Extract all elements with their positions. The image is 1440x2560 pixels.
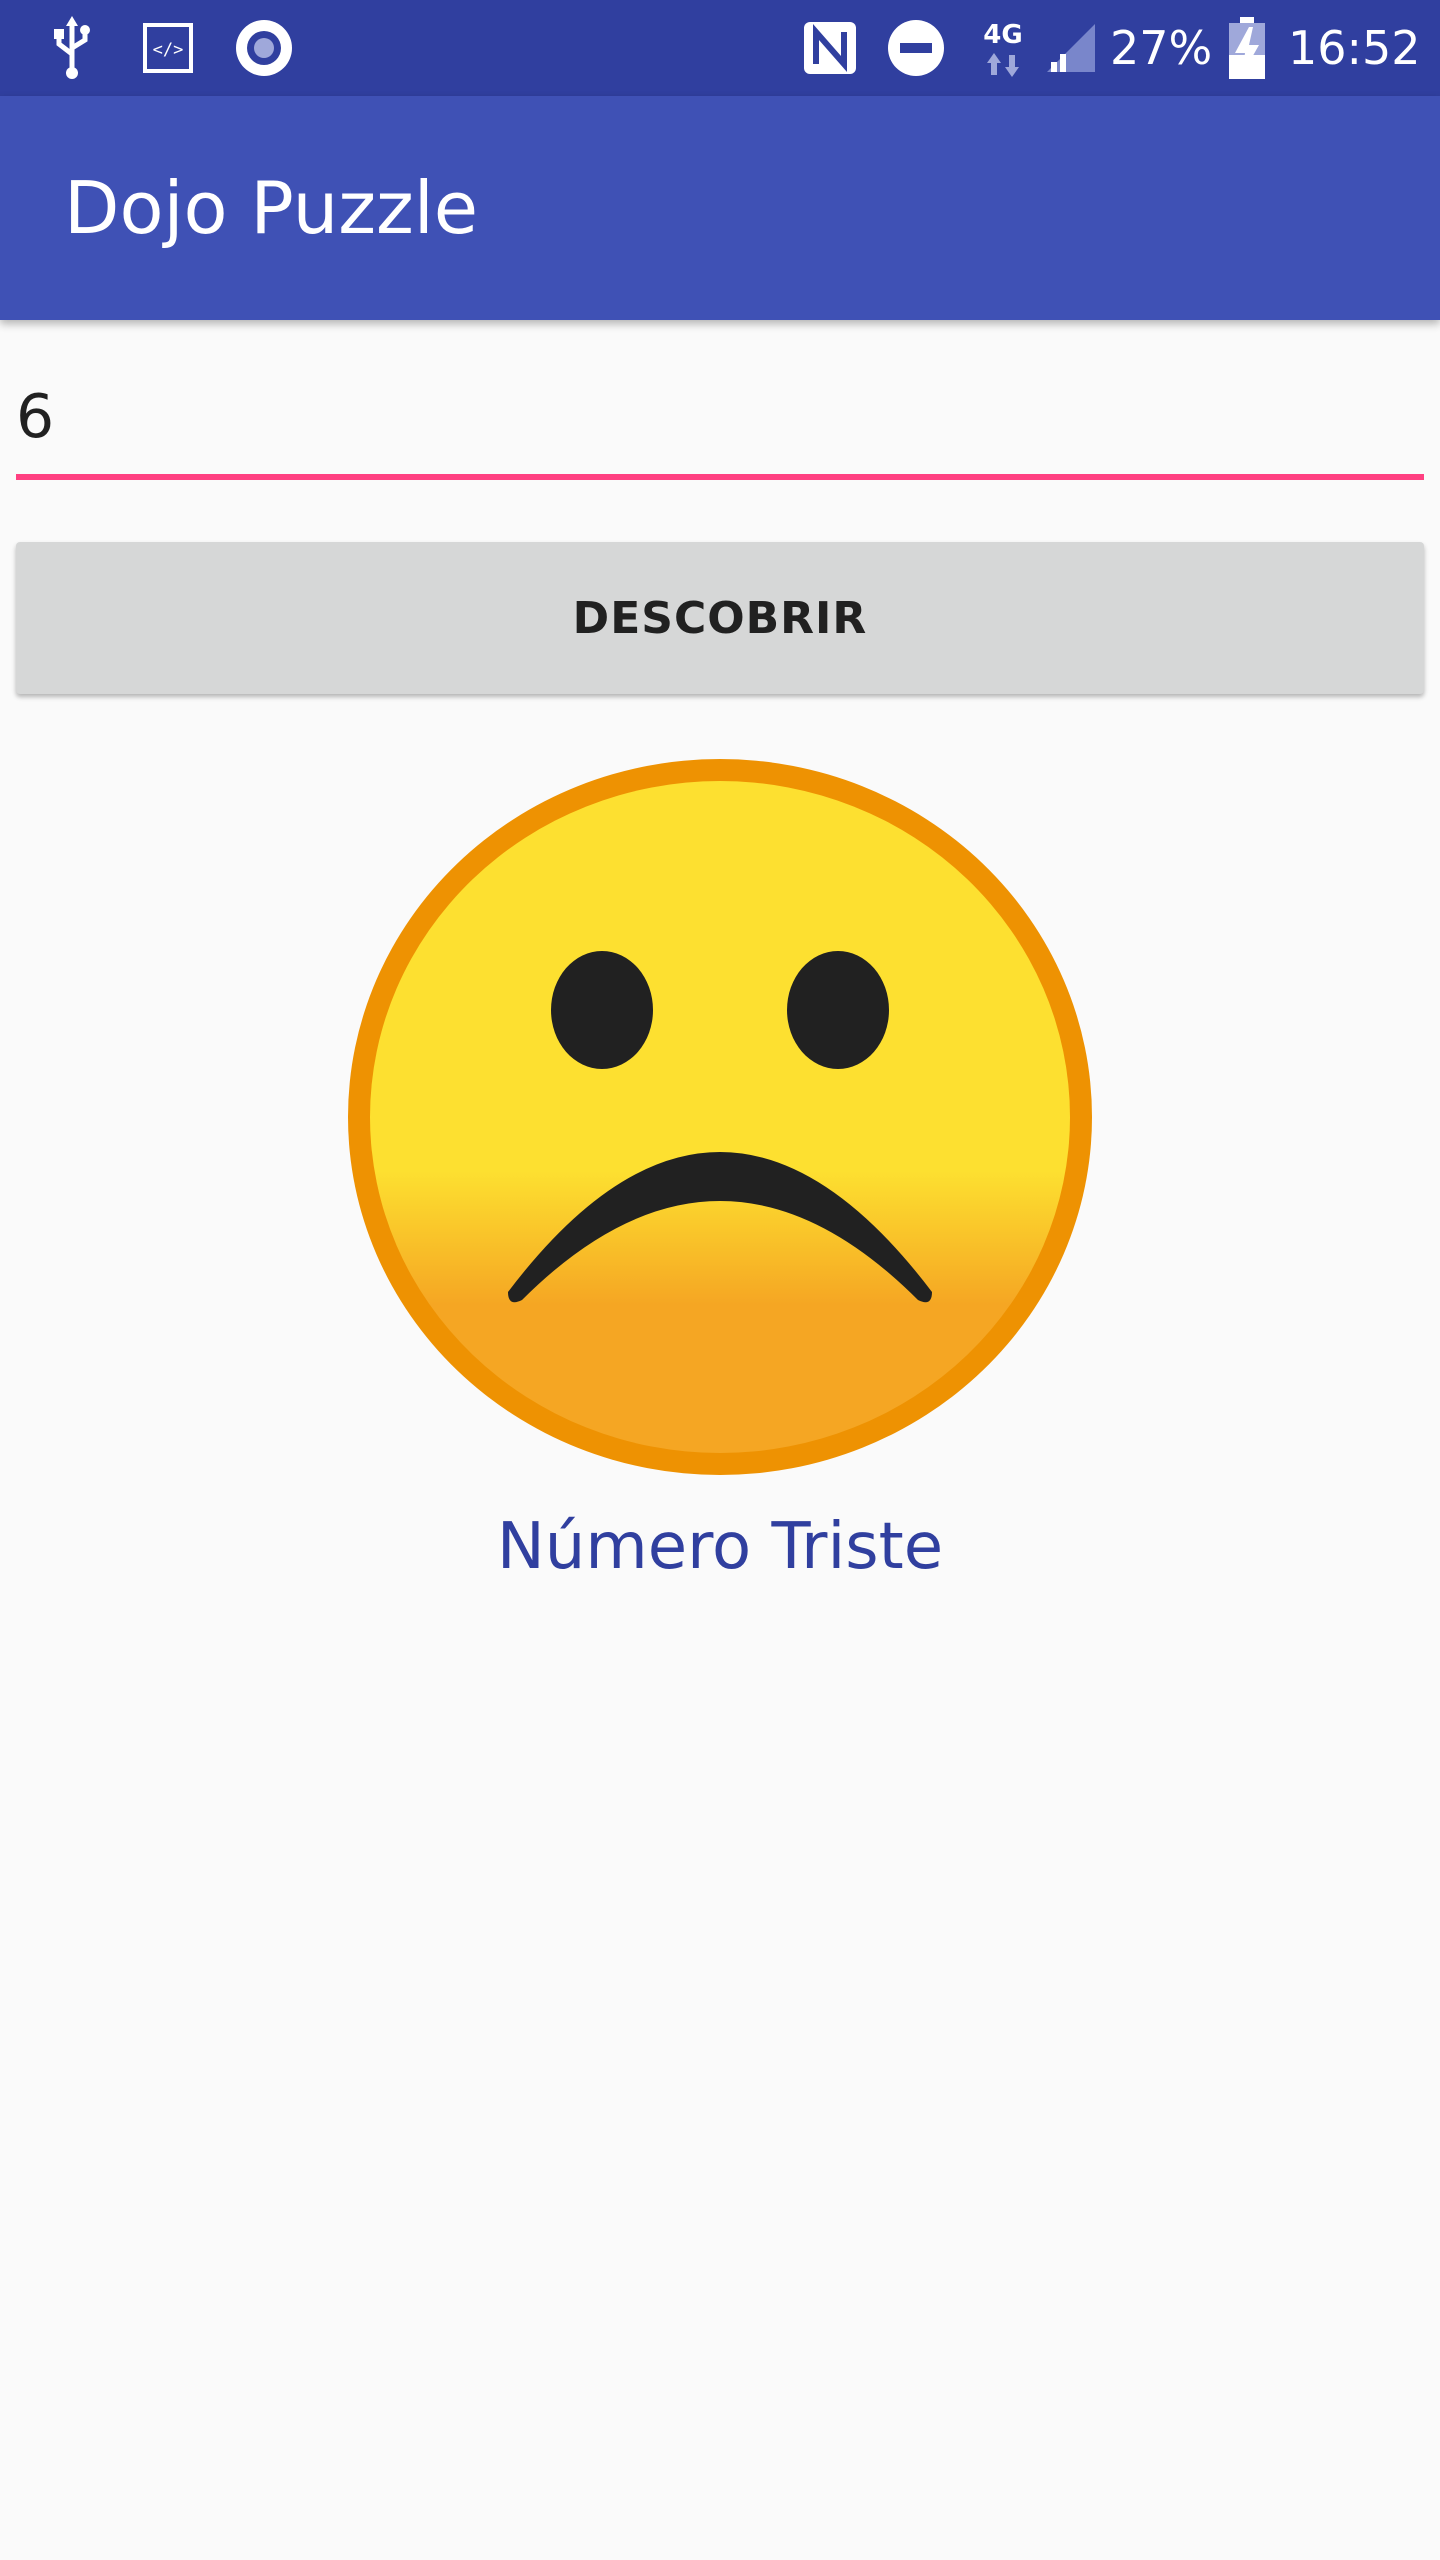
usb-icon: [42, 16, 102, 80]
developer-mode-icon: </>: [140, 16, 196, 80]
discover-button[interactable]: DESCOBRIR: [16, 542, 1424, 694]
app-title: Dojo Puzzle: [64, 166, 479, 250]
svg-text:</>: </>: [153, 40, 184, 60]
result-label: Número Triste: [496, 1510, 944, 1584]
status-bar: </> 4G 27% 16:52: [0, 0, 1440, 96]
nfc-icon: [800, 16, 860, 80]
cell-signal-icon: [1044, 16, 1098, 80]
number-input[interactable]: [16, 360, 1424, 480]
battery-charging-icon: [1222, 16, 1272, 80]
record-icon: [232, 16, 296, 80]
app-bar: Dojo Puzzle: [0, 96, 1440, 320]
sad-face-icon: [348, 759, 1092, 1475]
clock: 16:52: [1288, 21, 1421, 75]
battery-percentage: 27%: [1110, 21, 1213, 75]
svg-text:4G: 4G: [983, 20, 1022, 50]
4g-data-icon: 4G: [978, 16, 1028, 80]
do-not-disturb-icon: [886, 16, 946, 80]
